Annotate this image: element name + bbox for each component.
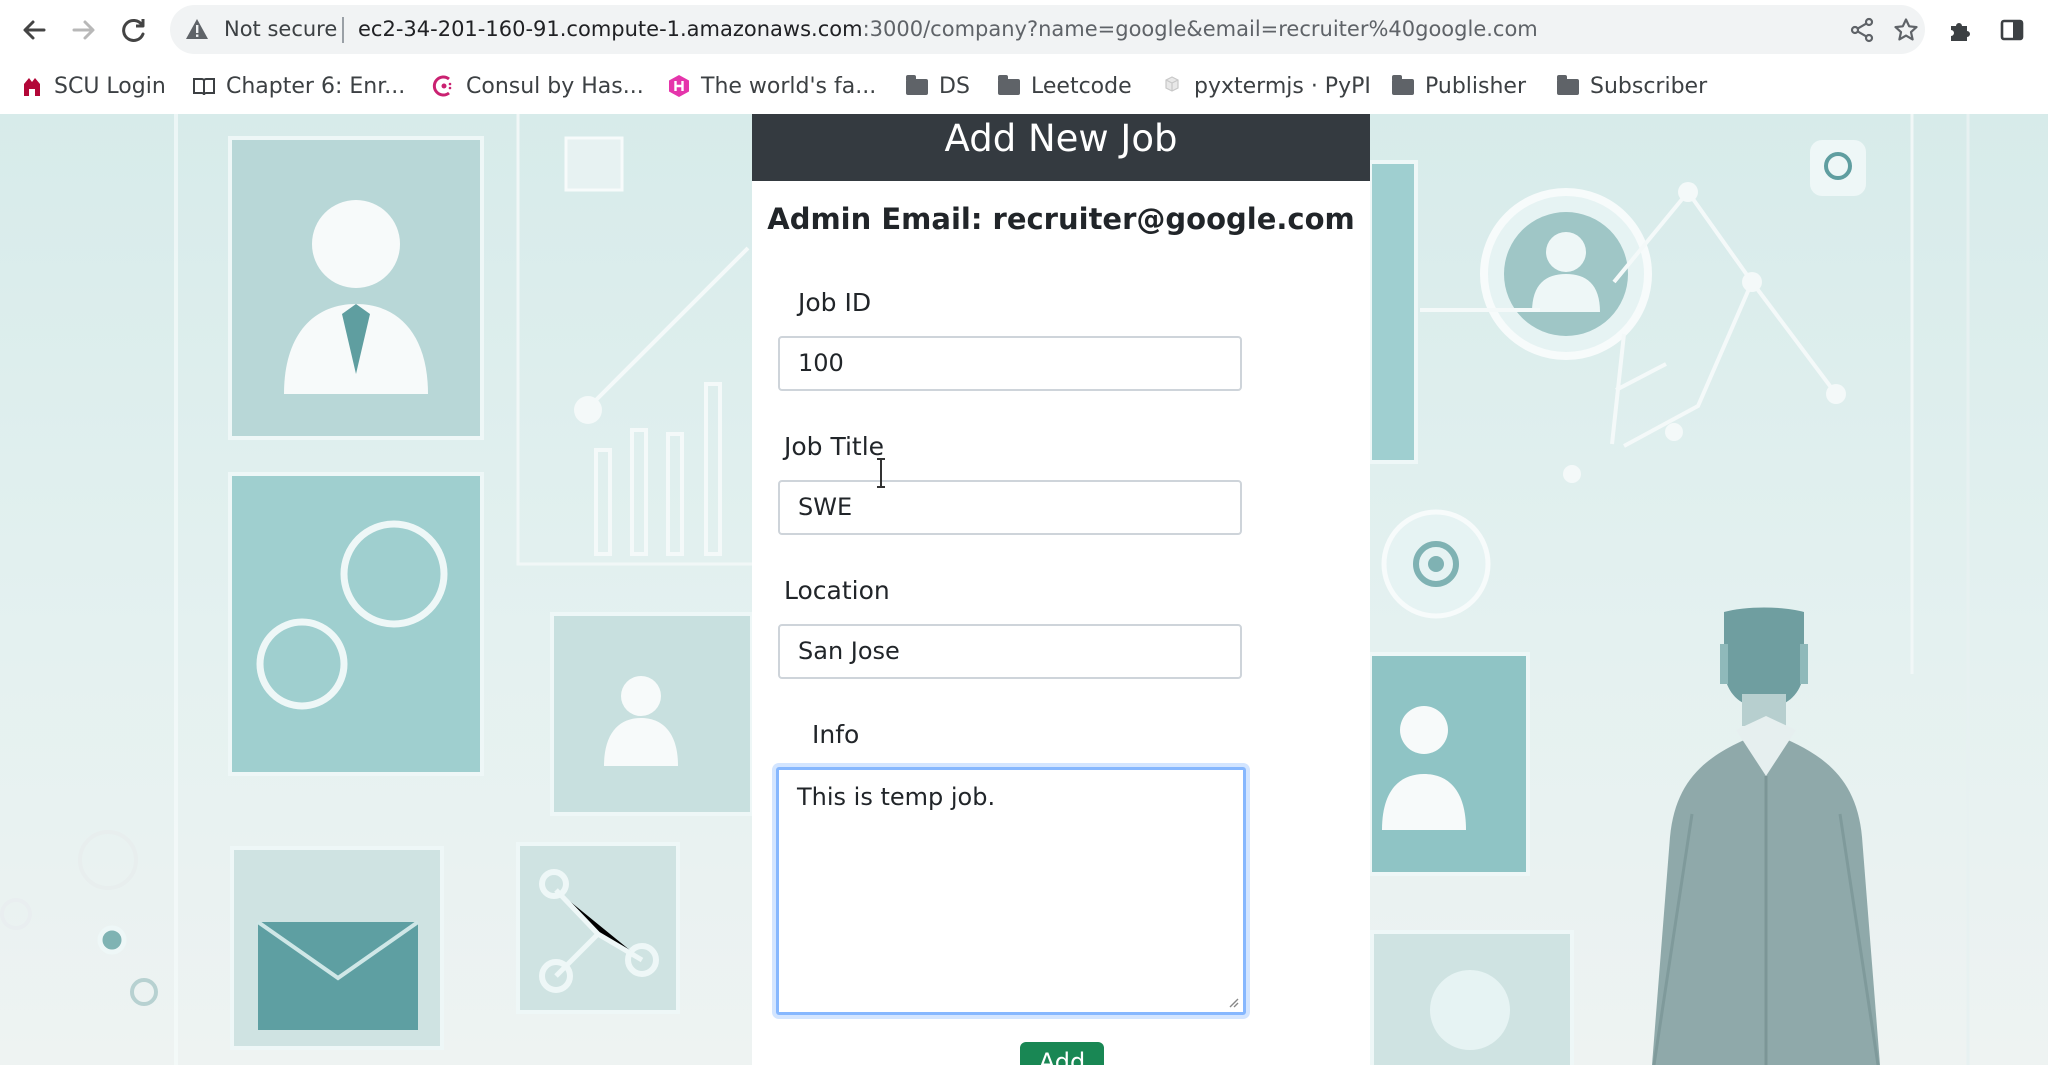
address-bar[interactable]: Not secure ec2-34-201-160-91.compute-1.a… — [170, 5, 1925, 54]
add-button[interactable]: Add — [1020, 1042, 1104, 1065]
share-icon[interactable] — [1846, 14, 1878, 46]
star-icon[interactable] — [1890, 14, 1922, 46]
back-icon[interactable] — [16, 12, 52, 48]
scu-logo-icon — [20, 74, 44, 98]
bookmark-label: Consul by Has... — [466, 73, 644, 99]
page-viewport: Add New Job Admin Email: recruiter@googl… — [0, 114, 2048, 1065]
url-text[interactable]: ec2-34-201-160-91.compute-1.amazonaws.co… — [358, 17, 1538, 41]
job-id-label: Job ID — [798, 288, 872, 317]
job-id-input[interactable]: 100 — [778, 336, 1242, 391]
bookmark-folder-publisher[interactable]: Publisher — [1391, 70, 1526, 102]
admin-email: Admin Email: recruiter@google.com — [767, 202, 1355, 236]
location-input[interactable]: San Jose — [778, 624, 1242, 679]
info-textarea[interactable]: This is temp job. — [776, 767, 1246, 1015]
bookmark-label: Leetcode — [1031, 73, 1132, 99]
pypi-icon — [1160, 74, 1184, 98]
resize-grip-icon[interactable] — [1227, 996, 1239, 1008]
divider — [342, 17, 344, 43]
side-panel-icon[interactable] — [1994, 12, 2030, 48]
bookmark-scu-login[interactable]: SCU Login — [20, 70, 166, 102]
bookmark-label: Chapter 6: Enr... — [226, 73, 406, 99]
warning-triangle-icon[interactable] — [184, 17, 210, 41]
card-header: Add New Job — [752, 114, 1370, 181]
add-job-card: Add New Job Admin Email: recruiter@googl… — [752, 114, 1370, 1065]
bookmarks-bar: SCU Login Chapter 6: Enr... Consul by Ha… — [0, 60, 2048, 115]
bookmark-label: DS — [939, 73, 970, 99]
bookmark-pyxtermjs[interactable]: pyxtermjs · PyPI — [1160, 70, 1371, 102]
location-label: Location — [784, 576, 890, 605]
hexagon-logo-icon — [667, 74, 691, 98]
info-label: Info — [812, 720, 860, 749]
url-host: ec2-34-201-160-91.compute-1.amazonaws.co… — [358, 17, 863, 41]
bookmark-worlds-fa[interactable]: The world's fa... — [667, 70, 876, 102]
bookmark-folder-subscriber[interactable]: Subscriber — [1556, 70, 1707, 102]
folder-icon — [1391, 74, 1415, 98]
bookmark-folder-ds[interactable]: DS — [905, 70, 970, 102]
folder-icon — [997, 74, 1021, 98]
bookmark-consul[interactable]: Consul by Has... — [432, 70, 644, 102]
puzzle-icon[interactable] — [1942, 12, 1978, 48]
consul-logo-icon — [432, 74, 456, 98]
bookmark-label: Subscriber — [1590, 73, 1708, 99]
bookmark-label: The world's fa... — [701, 73, 877, 99]
job-title-input[interactable]: SWE — [778, 480, 1242, 535]
browser-toolbar: Not secure ec2-34-201-160-91.compute-1.a… — [0, 0, 2048, 60]
folder-icon — [1556, 74, 1580, 98]
reload-icon[interactable] — [116, 12, 152, 48]
bookmark-label: pyxtermjs · PyPI — [1194, 73, 1371, 99]
bookmark-chapter-6[interactable]: Chapter 6: Enr... — [192, 70, 405, 102]
security-status[interactable]: Not secure — [224, 17, 337, 41]
book-icon — [192, 74, 216, 98]
info-text: This is temp job. — [797, 783, 996, 811]
text-cursor-icon — [877, 458, 885, 488]
bookmark-label: SCU Login — [54, 73, 166, 99]
job-title-label: Job Title — [784, 432, 885, 461]
folder-icon — [905, 74, 929, 98]
forward-icon[interactable] — [66, 12, 102, 48]
url-path: :3000/company?name=google&email=recruite… — [862, 17, 1538, 41]
bookmark-label: Publisher — [1425, 73, 1526, 99]
bookmark-folder-leetcode[interactable]: Leetcode — [997, 70, 1132, 102]
